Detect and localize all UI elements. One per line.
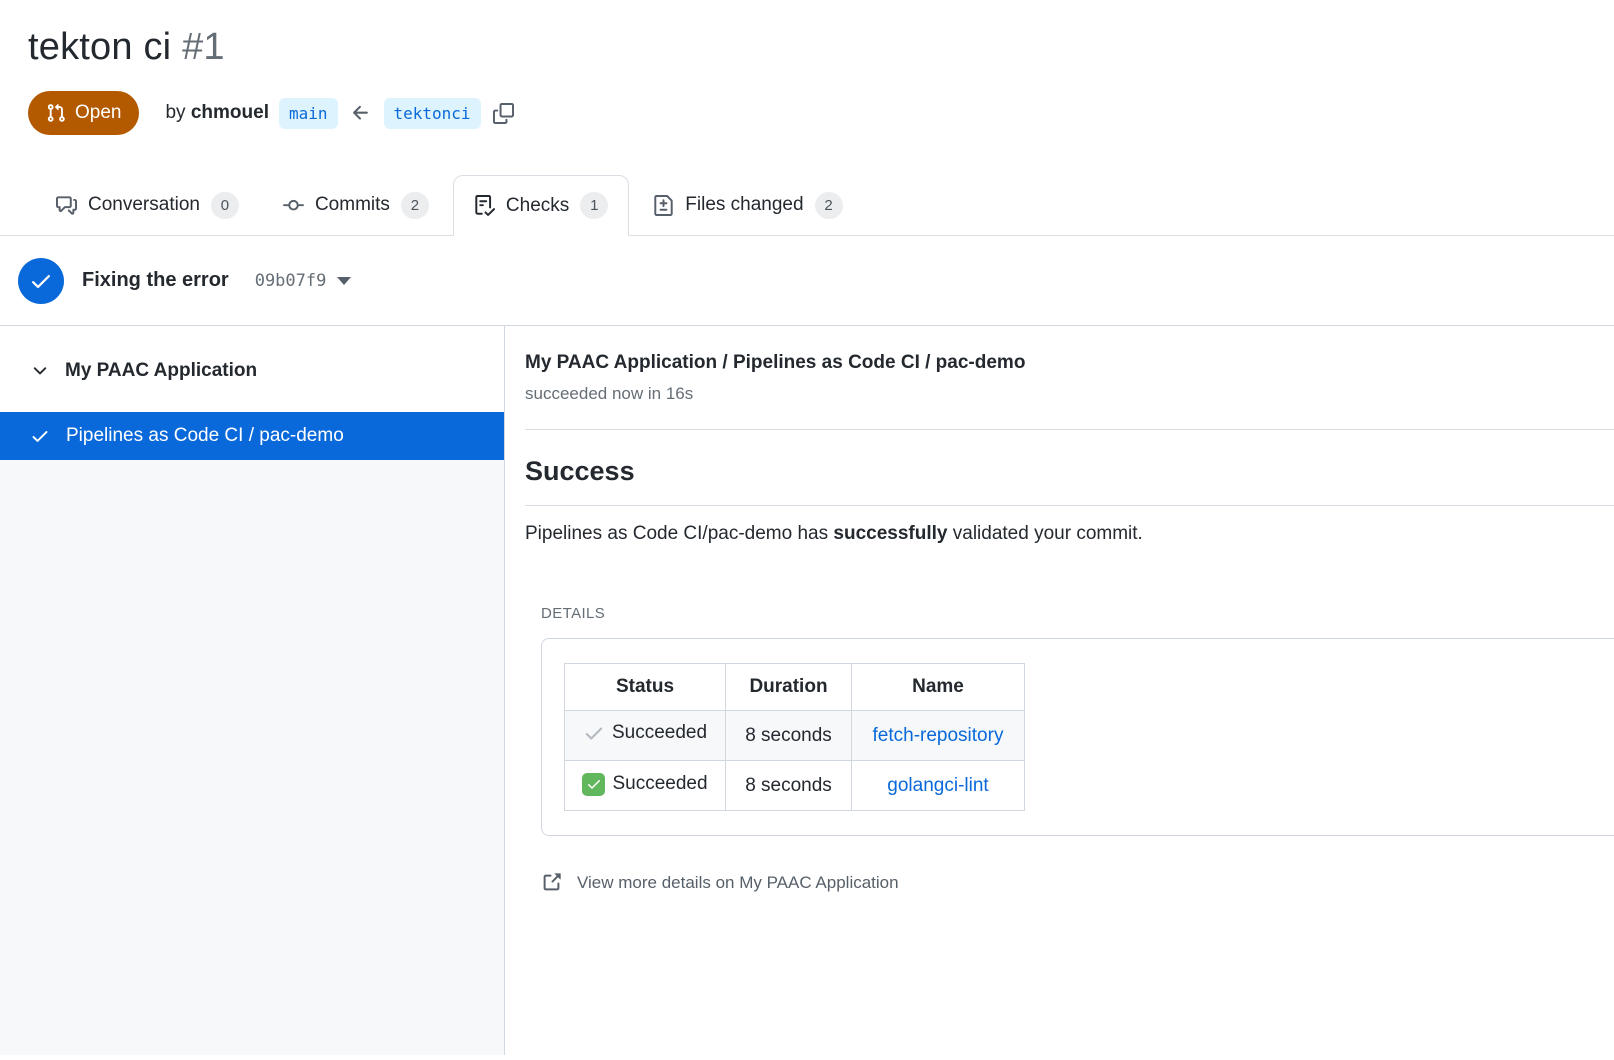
duration-cell: 8 seconds bbox=[726, 761, 852, 811]
tab-label: Files changed bbox=[685, 194, 803, 216]
check-run-title: My PAAC Application / Pipelines as Code … bbox=[525, 352, 1614, 374]
pr-number: #1 bbox=[182, 26, 225, 68]
pr-author: chmouel bbox=[191, 102, 269, 123]
pr-state-row: Open by chmouel main tektonci bbox=[28, 91, 1586, 135]
file-diff-icon bbox=[653, 195, 674, 216]
check-success-icon bbox=[30, 426, 50, 446]
chevron-down-icon bbox=[30, 361, 50, 381]
view-more-details-link[interactable]: View more details on My PAAC Application bbox=[541, 872, 899, 893]
pr-tab-nav: Conversation 0 Commits 2 Checks 1 Files … bbox=[0, 175, 1614, 236]
git-pull-request-icon bbox=[46, 103, 66, 123]
tab-commits[interactable]: Commits 2 bbox=[263, 175, 449, 235]
check-run-panel: My PAAC Application / Pipelines as Code … bbox=[505, 326, 1614, 1055]
external-link-icon bbox=[541, 872, 562, 893]
tab-label: Commits bbox=[315, 194, 390, 216]
tab-label: Conversation bbox=[88, 194, 200, 216]
pr-state-badge: Open bbox=[28, 91, 139, 135]
details-label: DETAILS bbox=[541, 605, 1614, 622]
tab-counter: 0 bbox=[211, 192, 239, 219]
by-label: by bbox=[165, 102, 185, 123]
git-commit-icon bbox=[283, 195, 304, 216]
pr-byline: by chmouel bbox=[165, 102, 268, 124]
check-run-status-text: succeeded now in 16s bbox=[525, 384, 1614, 404]
checks-sidebar: My PAAC Application Pipelines as Code CI… bbox=[0, 326, 505, 1055]
checklist-icon bbox=[474, 195, 495, 216]
gray-check-icon bbox=[583, 722, 605, 744]
task-link-golangci-lint[interactable]: golangci-lint bbox=[887, 775, 988, 796]
commit-success-check-icon bbox=[18, 258, 64, 304]
comment-discussion-icon bbox=[56, 195, 77, 216]
status-text: Succeeded bbox=[612, 722, 707, 744]
tab-files-changed[interactable]: Files changed 2 bbox=[633, 175, 862, 235]
pr-header: tekton ci #1 Open by chmouel main tekton… bbox=[0, 0, 1614, 135]
divider bbox=[525, 429, 1614, 430]
view-more-details-label: View more details on My PAAC Application bbox=[577, 873, 899, 893]
tab-label: Checks bbox=[506, 195, 569, 217]
tab-counter: 2 bbox=[815, 192, 843, 219]
result-summary: Pipelines as Code CI/pac-demo has succes… bbox=[525, 523, 1614, 545]
task-results-table: Status Duration Name bbox=[564, 663, 1025, 811]
status-cell: Succeeded bbox=[582, 773, 707, 796]
details-section: DETAILS Status Duration Name bbox=[541, 605, 1614, 898]
result-heading: Success bbox=[525, 456, 1614, 487]
status-text: Succeeded bbox=[612, 773, 707, 795]
check-suite-label: My PAAC Application bbox=[65, 360, 257, 382]
tab-counter: 1 bbox=[580, 192, 608, 219]
status-cell: Succeeded bbox=[583, 722, 707, 744]
tab-counter: 2 bbox=[401, 192, 429, 219]
tab-checks[interactable]: Checks 1 bbox=[453, 175, 629, 236]
pr-title-text: tekton ci bbox=[28, 26, 171, 68]
head-branch-label: tektonci bbox=[384, 98, 481, 129]
pr-state-label: Open bbox=[75, 102, 121, 124]
checks-content: My PAAC Application Pipelines as Code CI… bbox=[0, 326, 1614, 1055]
task-link-fetch-repository[interactable]: fetch-repository bbox=[873, 725, 1004, 746]
summary-bold: successfully bbox=[833, 523, 947, 544]
check-run-label: Pipelines as Code CI / pac-demo bbox=[66, 425, 344, 447]
table-row: Succeeded 8 seconds fetch-repository bbox=[565, 711, 1025, 761]
table-header-row: Status Duration Name bbox=[565, 664, 1025, 711]
commit-sha: 09b07f9 bbox=[255, 271, 327, 291]
commit-dropdown-caret-icon[interactable] bbox=[337, 277, 351, 285]
base-branch-label: main bbox=[279, 98, 338, 129]
column-header-name: Name bbox=[852, 664, 1025, 711]
details-box: Status Duration Name bbox=[541, 638, 1614, 836]
commit-message: Fixing the error bbox=[82, 269, 229, 292]
arrow-left-icon bbox=[350, 102, 372, 124]
copy-branch-icon[interactable] bbox=[493, 103, 514, 124]
sidebar-item-pac-demo[interactable]: Pipelines as Code CI / pac-demo bbox=[0, 412, 504, 460]
check-suite-header[interactable]: My PAAC Application bbox=[0, 326, 504, 412]
page-title: tekton ci #1 bbox=[28, 26, 1586, 69]
green-check-icon bbox=[582, 773, 605, 796]
check-suite-group: My PAAC Application Pipelines as Code CI… bbox=[0, 326, 504, 460]
table-row: Succeeded 8 seconds golangci-lint bbox=[565, 761, 1025, 811]
divider bbox=[525, 505, 1614, 506]
duration-cell: 8 seconds bbox=[726, 711, 852, 761]
column-header-duration: Duration bbox=[726, 664, 852, 711]
commit-status-bar: Fixing the error 09b07f9 bbox=[0, 236, 1614, 326]
column-header-status: Status bbox=[565, 664, 726, 711]
tab-conversation[interactable]: Conversation 0 bbox=[36, 175, 259, 235]
